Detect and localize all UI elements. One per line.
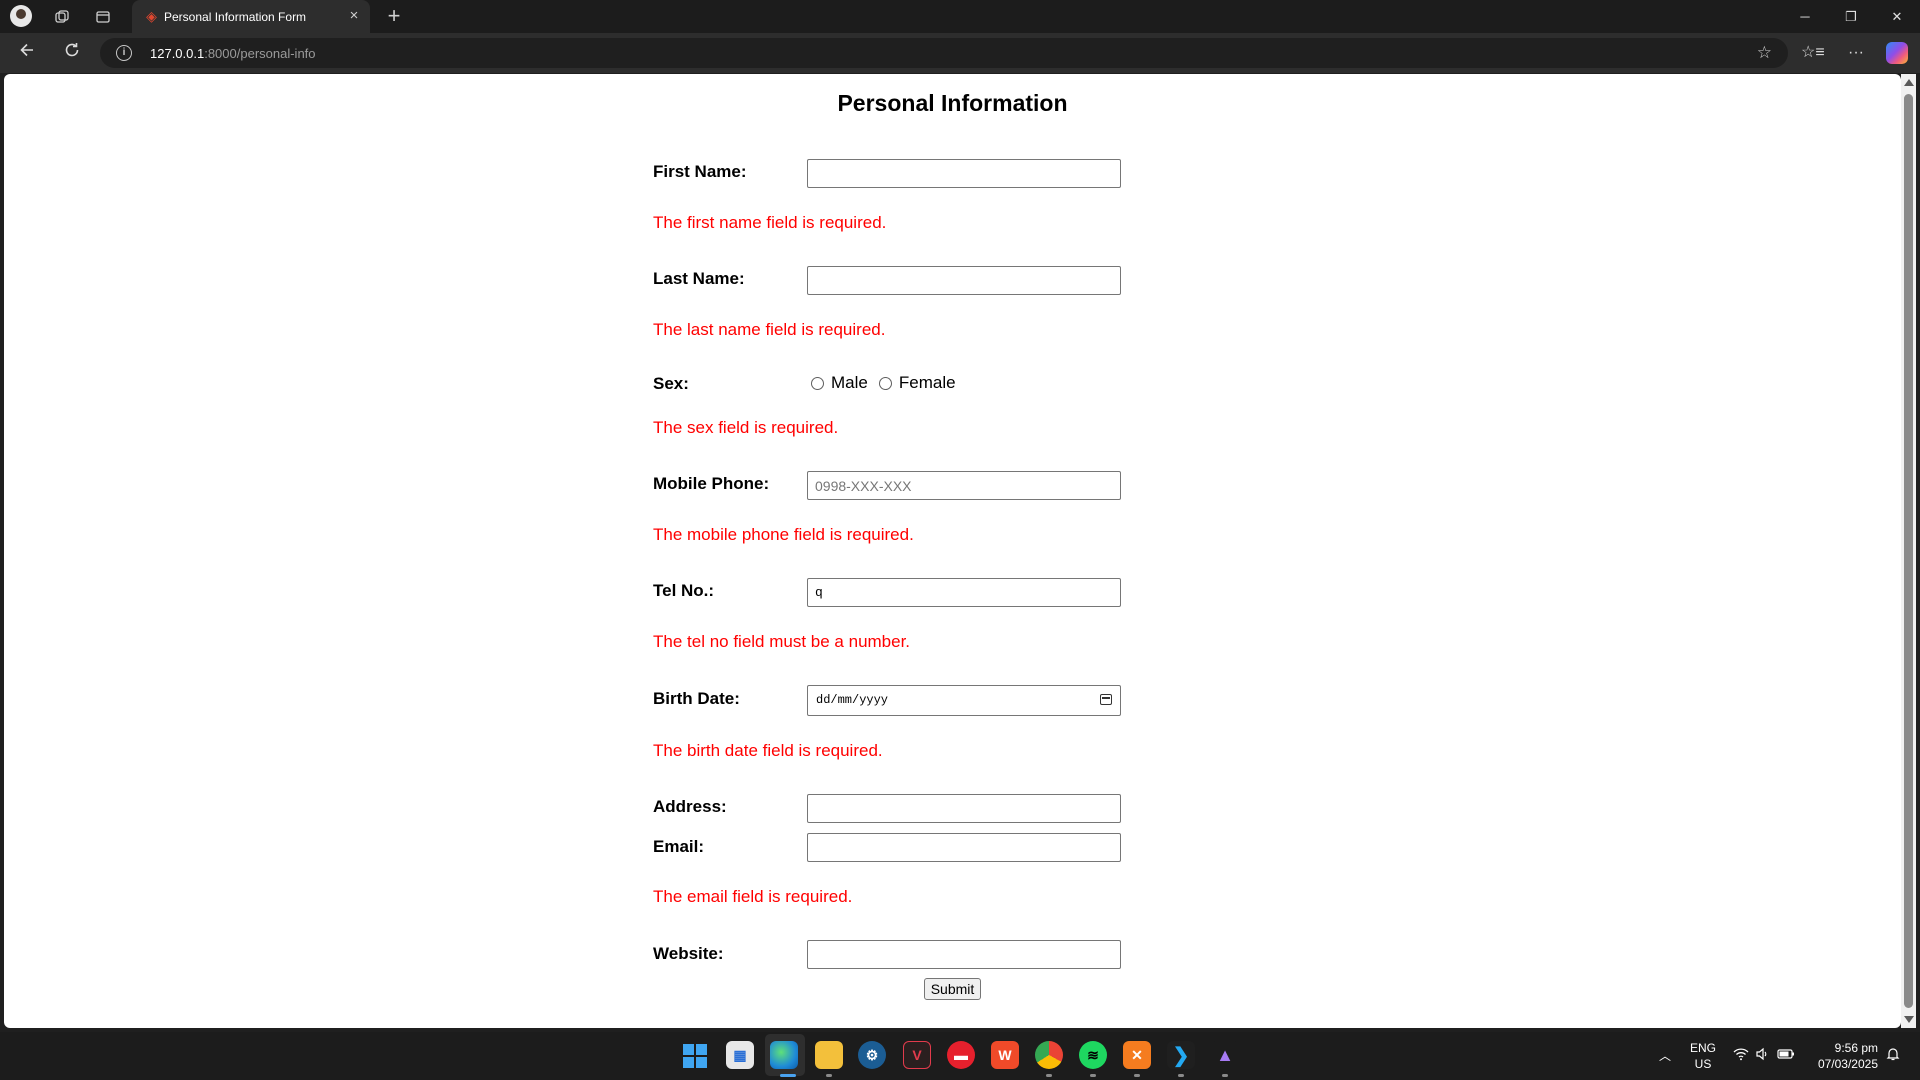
refresh-icon[interactable]	[60, 41, 84, 65]
laravel-favicon-icon: ◈	[146, 8, 157, 24]
mobile-phone-error: The mobile phone field is required.	[653, 525, 914, 544]
spotify-icon[interactable]: ≋	[1079, 1041, 1107, 1069]
calendar-icon[interactable]	[1100, 694, 1112, 705]
steam-icon[interactable]: ⚙	[858, 1041, 886, 1069]
address-url: 127.0.0.1:8000/personal-info	[150, 46, 316, 61]
profile-avatar[interactable]	[10, 5, 32, 27]
language-indicator[interactable]: ENG US	[1688, 1040, 1718, 1072]
email-error: The email field is required.	[653, 887, 853, 906]
sex-male-radio[interactable]	[811, 376, 824, 390]
edge-icon[interactable]	[770, 1041, 798, 1069]
birth-date-label: Birth Date:	[653, 689, 740, 708]
xampp-indicator	[1134, 1074, 1140, 1077]
website-input[interactable]	[807, 940, 1121, 969]
scroll-down-arrow-icon[interactable]	[1904, 1016, 1914, 1023]
mobile-phone-label: Mobile Phone:	[653, 474, 770, 493]
anydesk-icon[interactable]: ▬	[947, 1041, 975, 1069]
last-name-label: Last Name:	[653, 269, 745, 288]
birth-date-placeholder: dd/mm/yyyy	[816, 693, 889, 707]
tel-no-input[interactable]	[807, 578, 1121, 607]
address-path: :8000/personal-info	[204, 46, 316, 61]
show-hidden-icons-chevron-icon[interactable]: ︿	[1659, 1047, 1671, 1064]
workspaces-icon[interactable]	[51, 6, 73, 28]
favorite-star-icon[interactable]: ☆	[1757, 43, 1772, 63]
tab-title: Personal Information Form	[164, 10, 307, 24]
page-title: Personal Information	[837, 90, 1068, 116]
first-name-label: First Name:	[653, 162, 747, 181]
restore-button[interactable]: ❐	[1828, 0, 1874, 33]
spotify-indicator	[1090, 1074, 1096, 1077]
app-launcher-indicator	[1222, 1074, 1228, 1077]
first-name-input[interactable]	[807, 159, 1121, 188]
copilot-icon[interactable]	[1886, 42, 1908, 64]
chrome-indicator	[1046, 1074, 1052, 1077]
edge-active-indicator	[780, 1074, 796, 1077]
birth-date-input[interactable]: dd/mm/yyyy	[807, 685, 1121, 716]
windows-start-icon[interactable]	[683, 1044, 707, 1068]
birth-date-error: The birth date field is required.	[653, 741, 883, 760]
vivaldi-icon[interactable]: V	[903, 1041, 931, 1069]
address-bar[interactable]: i 127.0.0.1:8000/personal-info ☆	[100, 38, 1788, 68]
tab-actions-icon[interactable]	[92, 6, 114, 28]
language-code: ENG	[1689, 1041, 1716, 1055]
tel-no-label: Tel No.:	[653, 581, 715, 600]
last-name-input[interactable]	[807, 266, 1121, 295]
sex-error: The sex field is required.	[653, 418, 839, 437]
microsoft-store-icon[interactable]: ▦	[726, 1041, 754, 1069]
browser-titlebar: ◈ Personal Information Form × + ─ ❐ ✕	[0, 0, 1920, 33]
scroll-thumb[interactable]	[1904, 94, 1913, 1008]
sex-label: Sex:	[653, 374, 689, 393]
email-label: Email:	[653, 837, 705, 856]
sex-male-label[interactable]: Male	[831, 373, 868, 393]
xampp-icon[interactable]: ✕	[1123, 1041, 1151, 1069]
page-scrollbar[interactable]	[1901, 74, 1916, 1028]
vscode-icon[interactable]: ❯	[1167, 1041, 1195, 1069]
tel-no-error: The tel no field must be a number.	[653, 632, 911, 651]
notification-bell-icon[interactable]	[1886, 1047, 1900, 1064]
minimize-button[interactable]: ─	[1782, 0, 1828, 33]
address-host: 127.0.0.1	[150, 46, 205, 61]
file-explorer-indicator	[826, 1074, 832, 1077]
file-explorer-icon[interactable]	[815, 1041, 843, 1069]
email-input[interactable]	[807, 833, 1121, 862]
address-input[interactable]	[807, 794, 1121, 823]
scroll-up-arrow-icon[interactable]	[1904, 79, 1914, 86]
browser-toolbar: i 127.0.0.1:8000/personal-info ☆ ☆≡ ···	[0, 33, 1920, 73]
first-name-error: The first name field is required.	[653, 213, 887, 232]
sex-female-label[interactable]: Female	[899, 373, 956, 393]
wps-office-icon[interactable]: W	[991, 1041, 1019, 1069]
vscode-indicator	[1178, 1074, 1184, 1077]
tab-personal-information-form[interactable]: ◈ Personal Information Form ×	[132, 0, 370, 33]
new-tab-button[interactable]: +	[382, 4, 406, 28]
chrome-icon[interactable]	[1035, 1041, 1063, 1069]
clock-time: 9:56 pm	[1834, 1041, 1878, 1055]
windows-taskbar: ▦ ⚙ V ▬ W ≋ ✕ ❯ ▲ ︿ ENG US 9:56 pm 07/03…	[0, 1032, 1920, 1080]
sex-female-radio[interactable]	[878, 376, 892, 390]
wifi-icon[interactable]	[1733, 1047, 1749, 1064]
tab-close-icon[interactable]: ×	[346, 8, 362, 24]
mobile-phone-input[interactable]	[807, 471, 1121, 500]
back-icon[interactable]	[15, 41, 39, 65]
volume-icon[interactable]	[1755, 1047, 1769, 1064]
more-options-icon[interactable]: ···	[1845, 42, 1867, 64]
app-launcher-icon[interactable]: ▲	[1211, 1041, 1239, 1069]
close-window-button[interactable]: ✕	[1874, 0, 1920, 33]
favorites-icon[interactable]: ☆≡	[1801, 42, 1825, 64]
clock-date: 07/03/2025	[1817, 1057, 1878, 1071]
address-label: Address:	[653, 797, 727, 816]
sex-radio-group: Male Female	[811, 373, 967, 393]
website-label: Website:	[653, 944, 724, 963]
last-name-error: The last name field is required.	[653, 320, 886, 339]
clock[interactable]: 9:56 pm 07/03/2025	[1806, 1040, 1878, 1072]
submit-button[interactable]: Submit	[924, 978, 981, 1000]
region-code: US	[1694, 1057, 1712, 1071]
battery-icon[interactable]	[1777, 1047, 1795, 1063]
page-viewport: Personal Information First Name: The fir…	[4, 74, 1901, 1028]
site-info-icon[interactable]: i	[116, 45, 132, 61]
